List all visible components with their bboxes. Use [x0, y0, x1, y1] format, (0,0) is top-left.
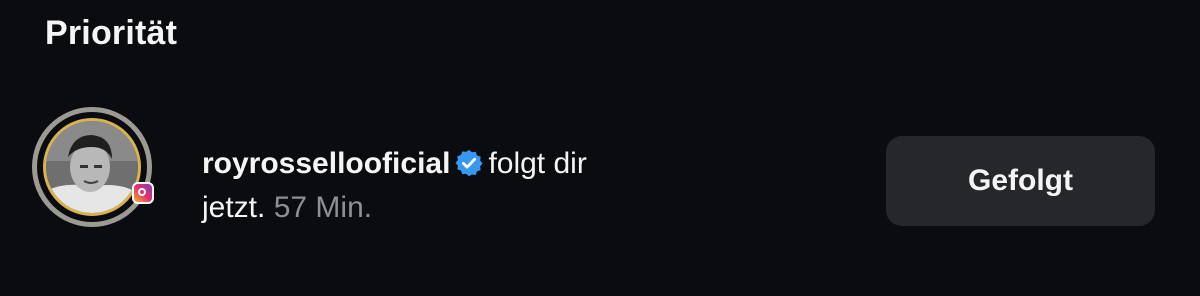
- instagram-icon: [132, 182, 154, 204]
- avatar-ring[interactable]: [32, 107, 154, 227]
- notification-action: folgt dir: [488, 147, 587, 180]
- username[interactable]: royrossellooficial: [202, 147, 450, 180]
- avatar-inner: [37, 112, 147, 222]
- following-button[interactable]: Gefolgt: [886, 136, 1155, 226]
- avatar-photo: [46, 121, 138, 213]
- notification-text[interactable]: royrossellooficial folgt dir jetzt. 57 M…: [202, 142, 842, 230]
- verified-badge-icon: [455, 149, 483, 177]
- section-title: Priorität: [45, 14, 178, 52]
- timestamp: 57 Min.: [273, 191, 373, 224]
- notification-line2: jetzt.: [202, 191, 266, 224]
- avatar[interactable]: [43, 118, 141, 216]
- notification-row[interactable]: royrossellooficial folgt dir jetzt. 57 M…: [0, 100, 1200, 270]
